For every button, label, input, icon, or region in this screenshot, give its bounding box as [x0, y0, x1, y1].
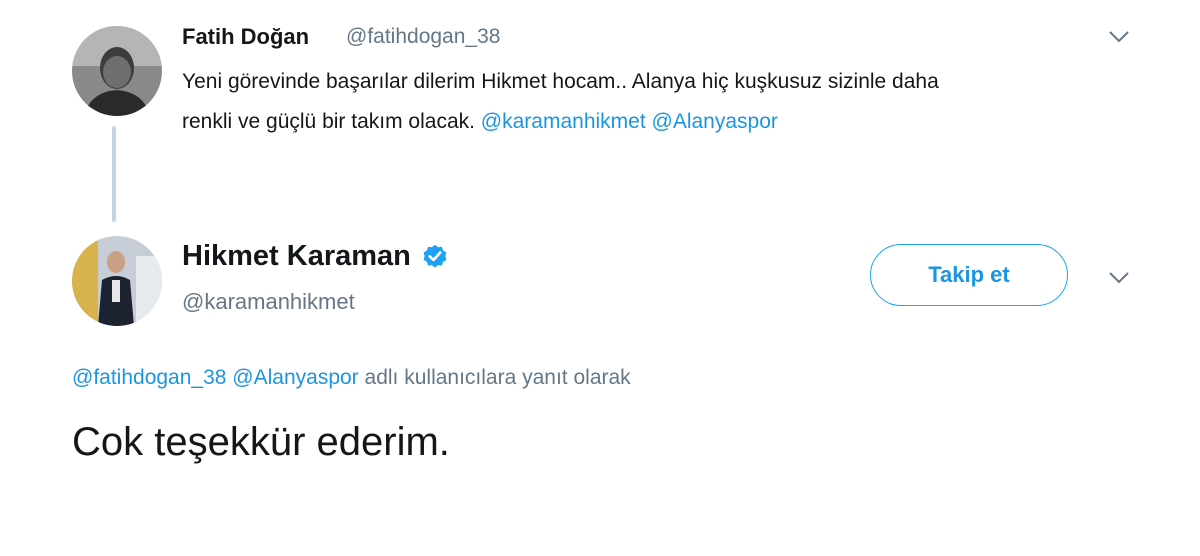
thread-connector-line — [112, 126, 116, 222]
reply-context-text: adlı kullanıcılara yanıt olarak — [364, 366, 631, 389]
chevron-down-icon[interactable] — [1108, 271, 1130, 285]
avatar-image — [72, 26, 162, 116]
reply-author-name[interactable]: Hikmet Karaman — [182, 240, 411, 273]
parent-tweet-line1: Yeni görevinde başarılar dilerim Hikmet … — [182, 70, 939, 93]
reply-author-handle[interactable]: @karamanhikmet — [182, 289, 355, 315]
parent-tweet-line2: renkli ve güçlü bir takım olacak. @karam… — [182, 102, 1142, 142]
avatar-image — [72, 236, 162, 326]
parent-author-handle[interactable]: @fatihdogan_38 — [346, 25, 500, 49]
reply-author-name-row: Hikmet Karaman — [182, 240, 449, 273]
mention-alanyaspor[interactable]: @Alanyaspor — [232, 366, 358, 389]
avatar-fatih-dogan[interactable] — [72, 26, 162, 116]
parent-tweet-line2-text: renkli ve güçlü bir takım olacak. — [182, 110, 481, 133]
parent-tweet-text: Yeni görevinde başarılar dilerim Hikmet … — [182, 62, 1142, 142]
mention-karamanhikmet[interactable]: @karamanhikmet — [481, 110, 646, 133]
chevron-down-icon[interactable] — [1108, 30, 1130, 44]
reply-tweet-text: Cok teşekkür ederim. — [72, 420, 450, 464]
follow-button[interactable]: Takip et — [870, 244, 1068, 306]
mention-alanyaspor[interactable]: @Alanyaspor — [652, 110, 778, 133]
reply-context: @fatihdogan_38 @Alanyaspor adlı kullanıc… — [72, 366, 631, 390]
avatar-hikmet-karaman[interactable] — [72, 236, 162, 326]
parent-author-name[interactable]: Fatih Doğan — [182, 24, 309, 50]
mention-fatihdogan[interactable]: @fatihdogan_38 — [72, 366, 226, 389]
verified-badge-icon — [421, 243, 449, 271]
